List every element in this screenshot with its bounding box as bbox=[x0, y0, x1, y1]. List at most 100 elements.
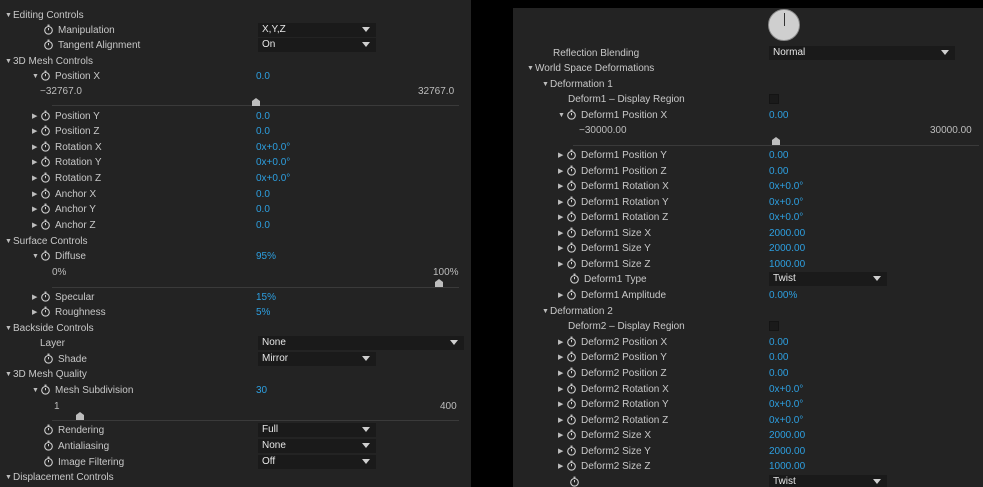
stopwatch-icon[interactable] bbox=[40, 250, 51, 261]
stopwatch-icon[interactable] bbox=[43, 39, 54, 50]
stopwatch-icon[interactable] bbox=[43, 24, 54, 35]
expand-triangle-icon[interactable]: ▶ bbox=[558, 241, 566, 256]
collapse-triangle-icon[interactable]: ▼ bbox=[5, 321, 13, 336]
expand-triangle-icon[interactable]: ▶ bbox=[558, 257, 566, 272]
expand-triangle-icon[interactable]: ▶ bbox=[558, 226, 566, 241]
stopwatch-icon[interactable] bbox=[566, 367, 577, 378]
collapse-triangle-icon[interactable]: ▼ bbox=[542, 77, 550, 92]
stopwatch-icon[interactable] bbox=[566, 196, 577, 207]
rotation-z-value[interactable]: 0x+0.0° bbox=[256, 171, 290, 186]
expand-triangle-icon[interactable]: ▶ bbox=[558, 210, 566, 225]
stopwatch-icon[interactable] bbox=[40, 219, 51, 230]
deform1-size-x-value[interactable]: 2000.00 bbox=[769, 226, 805, 241]
deform2-position-y-value[interactable]: 0.00 bbox=[769, 350, 788, 365]
stopwatch-icon[interactable] bbox=[566, 398, 577, 409]
group-deformation-2[interactable]: ▼Deformation 2 bbox=[542, 304, 613, 319]
tangent-alignment-dropdown[interactable]: On bbox=[258, 38, 376, 52]
stopwatch-icon[interactable] bbox=[566, 289, 577, 300]
expand-triangle-icon[interactable]: ▶ bbox=[558, 382, 566, 397]
rotation-y-value[interactable]: 0x+0.0° bbox=[256, 155, 290, 170]
mesh-subdivision-value[interactable]: 30 bbox=[256, 383, 267, 398]
stopwatch-icon[interactable] bbox=[40, 172, 51, 183]
expand-triangle-icon[interactable]: ▶ bbox=[558, 413, 566, 428]
expand-triangle-icon[interactable]: ▶ bbox=[32, 171, 40, 186]
stopwatch-icon[interactable] bbox=[566, 429, 577, 440]
deform1-amplitude-value[interactable]: 0.00% bbox=[769, 288, 797, 303]
deform2-rotation-z-value[interactable]: 0x+0.0° bbox=[769, 413, 803, 428]
anchor-z-value[interactable]: 0.0 bbox=[256, 218, 270, 233]
expand-triangle-icon[interactable]: ▶ bbox=[558, 335, 566, 350]
deform2-size-z-value[interactable]: 1000.00 bbox=[769, 459, 805, 474]
expand-triangle-icon[interactable]: ▶ bbox=[32, 155, 40, 170]
specular-value[interactable]: 15% bbox=[256, 290, 276, 305]
stopwatch-icon[interactable] bbox=[40, 203, 51, 214]
group-3d-mesh-quality[interactable]: ▼3D Mesh Quality bbox=[5, 367, 87, 382]
deform2-rotation-x-value[interactable]: 0x+0.0° bbox=[769, 382, 803, 397]
collapse-triangle-icon[interactable]: ▼ bbox=[527, 61, 535, 76]
stopwatch-icon[interactable] bbox=[40, 156, 51, 167]
collapse-triangle-icon[interactable]: ▼ bbox=[558, 108, 566, 123]
stopwatch-icon[interactable] bbox=[566, 460, 577, 471]
reflection-blending-dropdown[interactable]: Normal bbox=[769, 46, 955, 60]
stopwatch-icon[interactable] bbox=[40, 188, 51, 199]
stopwatch-icon[interactable] bbox=[569, 273, 580, 284]
stopwatch-icon[interactable] bbox=[566, 165, 577, 176]
collapse-triangle-icon[interactable]: ▼ bbox=[5, 54, 13, 69]
collapse-triangle-icon[interactable]: ▼ bbox=[32, 249, 40, 264]
stopwatch-icon[interactable] bbox=[566, 445, 577, 456]
expand-triangle-icon[interactable]: ▶ bbox=[32, 290, 40, 305]
expand-triangle-icon[interactable]: ▶ bbox=[32, 140, 40, 155]
deform1-position-x-value[interactable]: 0.00 bbox=[769, 108, 788, 123]
group-3d-mesh-controls[interactable]: ▼3D Mesh Controls bbox=[5, 54, 93, 69]
expand-triangle-icon[interactable]: ▶ bbox=[558, 195, 566, 210]
position-z-value[interactable]: 0.0 bbox=[256, 124, 270, 139]
expand-triangle-icon[interactable]: ▶ bbox=[558, 179, 566, 194]
stopwatch-icon[interactable] bbox=[43, 440, 54, 451]
deform1-type-dropdown[interactable]: Twist bbox=[769, 272, 887, 286]
stopwatch-icon[interactable] bbox=[566, 211, 577, 222]
stopwatch-icon[interactable] bbox=[40, 384, 51, 395]
expand-triangle-icon[interactable]: ▶ bbox=[32, 109, 40, 124]
collapse-triangle-icon[interactable]: ▼ bbox=[5, 367, 13, 382]
stopwatch-icon[interactable] bbox=[566, 242, 577, 253]
mesh-subdivision-slider-knob[interactable] bbox=[76, 412, 85, 420]
stopwatch-icon[interactable] bbox=[566, 109, 577, 120]
group-surface-controls[interactable]: ▼Surface Controls bbox=[5, 234, 87, 249]
deform1-rotation-y-value[interactable]: 0x+0.0° bbox=[769, 195, 803, 210]
shade-dropdown[interactable]: Mirror bbox=[258, 352, 376, 366]
diffuse-slider-knob[interactable] bbox=[434, 279, 443, 287]
expand-triangle-icon[interactable]: ▶ bbox=[558, 428, 566, 443]
anchor-y-value[interactable]: 0.0 bbox=[256, 202, 270, 217]
collapse-triangle-icon[interactable]: ▼ bbox=[5, 234, 13, 249]
deform2-display-region-checkbox[interactable] bbox=[769, 321, 779, 331]
expand-triangle-icon[interactable]: ▶ bbox=[558, 444, 566, 459]
stopwatch-icon[interactable] bbox=[566, 336, 577, 347]
expand-triangle-icon[interactable]: ▶ bbox=[32, 202, 40, 217]
deform1-size-y-value[interactable]: 2000.00 bbox=[769, 241, 805, 256]
deform2-position-x-value[interactable]: 0.00 bbox=[769, 335, 788, 350]
position-y-value[interactable]: 0.0 bbox=[256, 109, 270, 124]
stopwatch-icon[interactable] bbox=[566, 351, 577, 362]
stopwatch-icon[interactable] bbox=[40, 110, 51, 121]
stopwatch-icon[interactable] bbox=[40, 306, 51, 317]
deform2-size-y-value[interactable]: 2000.00 bbox=[769, 444, 805, 459]
group-displacement-controls[interactable]: ▼Displacement Controls bbox=[5, 470, 114, 485]
collapse-triangle-icon[interactable]: ▼ bbox=[32, 69, 40, 84]
deform1-size-z-value[interactable]: 1000.00 bbox=[769, 257, 805, 272]
stopwatch-icon[interactable] bbox=[43, 424, 54, 435]
manipulation-dropdown[interactable]: X,Y,Z bbox=[258, 23, 376, 37]
stopwatch-icon[interactable] bbox=[43, 456, 54, 467]
deform2-position-z-value[interactable]: 0.00 bbox=[769, 366, 788, 381]
deform1-display-region-checkbox[interactable] bbox=[769, 94, 779, 104]
stopwatch-icon[interactable] bbox=[40, 125, 51, 136]
expand-triangle-icon[interactable]: ▶ bbox=[558, 397, 566, 412]
expand-triangle-icon[interactable]: ▶ bbox=[558, 459, 566, 474]
diffuse-value[interactable]: 95% bbox=[256, 249, 276, 264]
deform2-type-dropdown[interactable]: Twist bbox=[769, 475, 887, 487]
expand-triangle-icon[interactable]: ▶ bbox=[558, 288, 566, 303]
deform1-position-y-value[interactable]: 0.00 bbox=[769, 148, 788, 163]
expand-triangle-icon[interactable]: ▶ bbox=[558, 148, 566, 163]
deform1-position-x-slider-track[interactable] bbox=[573, 145, 979, 146]
expand-triangle-icon[interactable]: ▶ bbox=[32, 218, 40, 233]
antialiasing-dropdown[interactable]: None bbox=[258, 439, 376, 453]
